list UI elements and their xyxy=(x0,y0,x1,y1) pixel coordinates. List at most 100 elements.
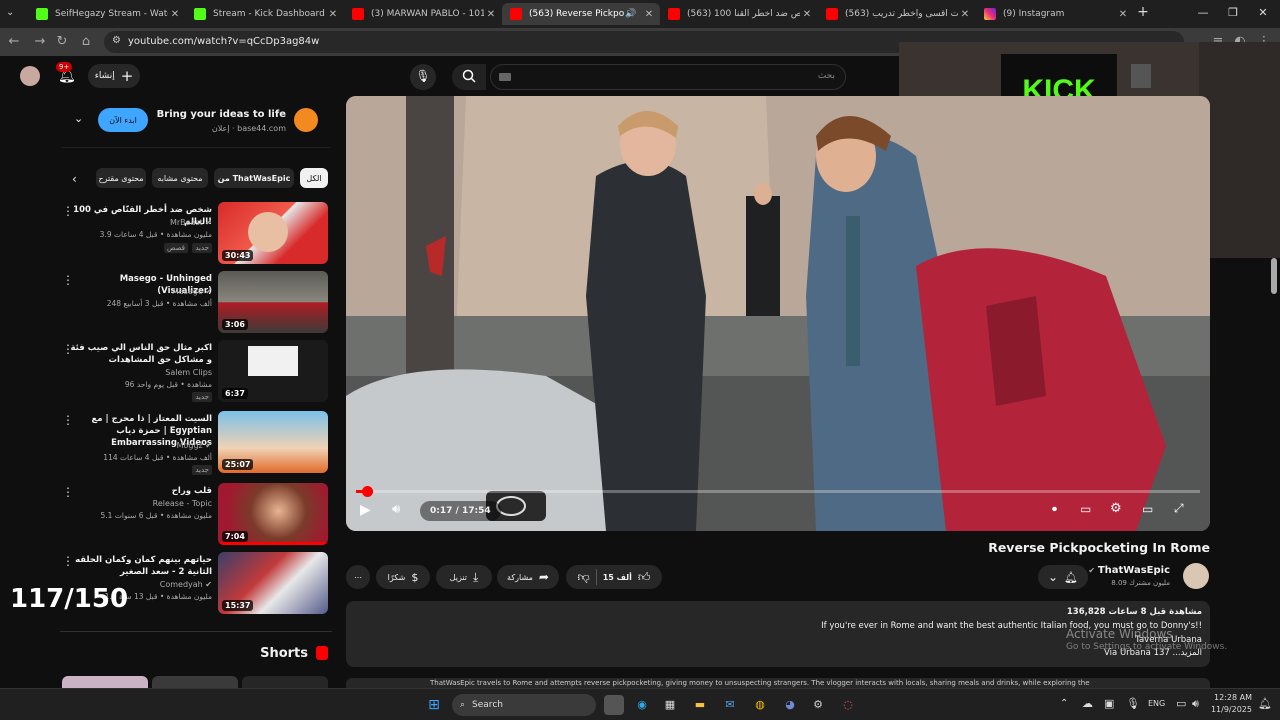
site-info-icon[interactable]: ⚙ xyxy=(112,35,121,46)
progress-scrubber-handle[interactable] xyxy=(362,486,373,497)
close-tab-icon[interactable]: ✕ xyxy=(800,9,814,20)
list-item[interactable]: 7:04 قلب وراح Release - Topic 5.1 مليون … xyxy=(60,483,332,547)
more-vertical-icon[interactable]: ⋮ xyxy=(62,554,74,568)
chevron-down-icon[interactable]: ⌄ xyxy=(74,112,83,125)
tab-kick-dashboard[interactable]: Stream - Kick Dashboard ✕ xyxy=(186,3,344,25)
list-item[interactable]: 30:43 100 شخص ضد أخطر القنّاص في العالم!… xyxy=(60,202,332,266)
network-icon[interactable]: ▭ xyxy=(1176,697,1186,710)
video-thumbnail[interactable]: 15:37 xyxy=(218,552,328,614)
chips-scroll-left-icon[interactable]: ‹ xyxy=(72,172,77,186)
fullscreen-icon[interactable]: ⤢ xyxy=(1174,501,1184,516)
channel-row[interactable]: Masego ✔ xyxy=(172,287,212,296)
channel-row[interactable]: Comedyah ✔ xyxy=(160,580,212,589)
taskbar-search[interactable]: ⌕ Search xyxy=(452,694,596,716)
channel-name[interactable]: Masego xyxy=(172,287,203,296)
channel-name[interactable]: Salem Clips xyxy=(165,368,212,377)
restore-button[interactable]: ❐ xyxy=(1218,6,1248,19)
close-tab-icon[interactable]: ✕ xyxy=(168,9,182,20)
speaker-icon[interactable]: 🔊 xyxy=(624,9,638,19)
sponsored-ad[interactable]: Bring your ideas to life إعلان · base44.… xyxy=(62,96,330,148)
chip-suggested[interactable]: محتوى مقترح xyxy=(96,168,146,188)
close-tab-icon[interactable]: ✕ xyxy=(958,9,972,20)
video-thumbnail[interactable]: 7:04 xyxy=(218,483,328,545)
minimize-button[interactable]: — xyxy=(1188,6,1218,19)
channel-name-row[interactable]: ✔ ThatWasEpic xyxy=(1088,565,1170,576)
close-tab-icon[interactable]: ✕ xyxy=(642,9,656,20)
video-thumbnail[interactable]: 25:07 xyxy=(218,411,328,473)
more-vertical-icon[interactable]: ⋮ xyxy=(62,204,74,218)
video-title[interactable]: قلب وراح xyxy=(70,485,212,497)
video-player[interactable]: ▶ 🔊︎ 0:17 / 17:54 ⏺ ▭ ⚙ ▭ ⤢ xyxy=(346,96,1210,531)
close-tab-icon[interactable]: ✕ xyxy=(326,9,340,20)
forward-arrow-icon[interactable]: → xyxy=(32,34,48,49)
reload-icon[interactable]: ↻ xyxy=(54,34,70,49)
settings-gear-icon[interactable]: ⚙ xyxy=(1110,501,1122,516)
channel-name[interactable]: Comedyah xyxy=(160,580,203,589)
chip-from-channel[interactable]: من ThatWasEpic xyxy=(214,168,294,188)
tab-youtube-mrbeast[interactable]: (563) 100 شخص ضد أخطر القنا ✕ xyxy=(660,3,818,25)
mail-icon[interactable]: ✉ xyxy=(720,695,740,715)
notifications-icon[interactable]: 🔔︎ xyxy=(1258,697,1272,710)
new-tab-button[interactable]: + xyxy=(1128,4,1158,20)
more-actions-button[interactable]: ⋯ xyxy=(346,565,370,589)
download-button[interactable]: تنزيل ⤓ xyxy=(436,565,492,589)
short-thumbnail[interactable] xyxy=(152,676,238,688)
chip-related[interactable]: محتوى مشابه xyxy=(152,168,208,188)
home-icon[interactable]: ⌂ xyxy=(78,34,94,49)
tab-instagram[interactable]: (9) Instagram ✕ xyxy=(976,3,1134,25)
edge-icon[interactable]: ◉ xyxy=(632,695,652,715)
list-item[interactable]: 3:06 Masego - Unhinged (Visualizer) Mase… xyxy=(60,271,332,335)
video-thumbnail[interactable]: 6:37 xyxy=(218,340,328,402)
settings-gear-icon[interactable]: ⚙ xyxy=(808,695,828,715)
task-view-icon[interactable] xyxy=(604,695,624,715)
player-progress-track[interactable] xyxy=(356,490,1200,493)
channel-row[interactable]: Moggz ✔ xyxy=(177,441,212,450)
play-icon[interactable]: ▶ xyxy=(360,502,371,518)
short-thumbnail[interactable] xyxy=(242,676,328,688)
thanks-button[interactable]: شكرًا $ xyxy=(376,565,430,589)
back-arrow-icon[interactable]: ← xyxy=(6,34,22,49)
subtitles-icon[interactable]: ▭ xyxy=(1080,502,1091,516)
video-thumbnail[interactable]: 30:43 xyxy=(218,202,328,264)
list-item[interactable]: 25:07 السيت المعتاز | ذا محرج | مع حمزة … xyxy=(60,411,332,475)
create-button[interactable]: إنشاء + xyxy=(88,64,140,88)
tab-youtube-marwan[interactable]: (3) MARWAN PABLO - 101 (Bo… ✕ xyxy=(344,3,502,25)
like-icon[interactable]: 👍︎ xyxy=(638,570,651,585)
language-indicator[interactable]: ENG xyxy=(1148,699,1165,708)
app-icon[interactable]: ◌ xyxy=(838,695,858,715)
theater-mode-icon[interactable]: ▭ xyxy=(1142,502,1153,516)
channel-name[interactable]: Moggz xyxy=(177,441,203,450)
chip-all[interactable]: الكل xyxy=(300,168,328,188)
close-window-button[interactable]: ✕ xyxy=(1248,6,1278,19)
clock-date[interactable]: 11/9/2025 xyxy=(1208,705,1252,714)
store-icon[interactable]: ▦ xyxy=(660,695,680,715)
volume-icon[interactable]: 🔊︎ xyxy=(1192,697,1199,711)
like-count[interactable]: 15 ألف xyxy=(603,573,632,582)
avatar[interactable] xyxy=(20,66,40,86)
voice-search-button[interactable]: 🎙︎ xyxy=(410,64,436,90)
chevron-up-icon[interactable]: ⌃ xyxy=(1060,698,1068,709)
search-input[interactable]: بحث xyxy=(490,64,846,90)
file-explorer-icon[interactable]: ▬ xyxy=(690,695,710,715)
more-vertical-icon[interactable]: ⋮ xyxy=(62,342,74,356)
cloud-icon[interactable]: ☁ xyxy=(1082,697,1093,710)
clock-time[interactable]: 12:28 AM xyxy=(1212,693,1252,702)
share-button[interactable]: مشاركة ➦ xyxy=(497,565,559,589)
tray-app-icon[interactable]: ▣ xyxy=(1104,697,1114,710)
autoplay-toggle-icon[interactable]: ⏺ xyxy=(1052,504,1057,515)
channel-name[interactable]: ThatWasEpic xyxy=(1098,565,1170,576)
video-title[interactable]: حياتهم بينهم كمان وكمان الحلقه الثانية 2… xyxy=(70,554,212,578)
channel-name[interactable]: MrBeast xyxy=(170,218,203,227)
close-tab-icon[interactable]: ✕ xyxy=(484,9,498,20)
ad-cta-button[interactable]: ابدء الآن xyxy=(98,108,148,132)
subscribed-button[interactable]: ⌄ 🔔︎ xyxy=(1038,565,1088,589)
tab-youtube-reverse-pickpocketing[interactable]: (563) Reverse Pickpocketin 🔊 ✕ xyxy=(502,3,660,25)
more-vertical-icon[interactable]: ⋮ xyxy=(62,485,74,499)
list-item[interactable]: 6:37 اكبر مثال حق الناس الي صيب فئة و مش… xyxy=(60,340,332,404)
short-thumbnail[interactable] xyxy=(62,676,148,688)
channel-name[interactable]: Release - Topic xyxy=(153,499,212,508)
video-title[interactable]: اكبر مثال حق الناس الي صيب فئة و مشاكل ح… xyxy=(70,342,212,366)
channel-avatar[interactable] xyxy=(1183,563,1209,589)
tab-kick-stream[interactable]: SeifHegazy Stream - Watch Live ✕ xyxy=(28,3,186,25)
video-thumbnail[interactable]: 3:06 xyxy=(218,271,328,333)
